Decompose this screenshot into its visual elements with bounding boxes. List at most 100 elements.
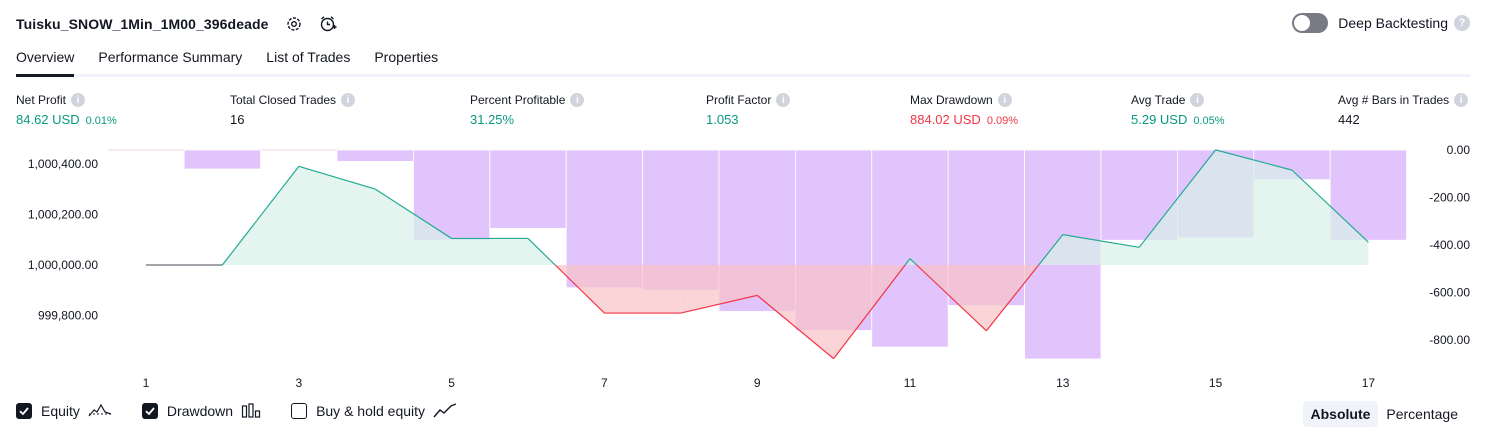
deep-backtesting: Deep Backtesting ?	[1292, 13, 1470, 33]
metric-label: Profit Factor i	[706, 93, 791, 107]
legend-buy-hold-label: Buy & hold equity	[316, 403, 426, 419]
right-axis-tick-label: -400.00	[1429, 238, 1470, 252]
legend-buy-hold[interactable]: Buy & hold equity	[291, 403, 457, 419]
info-icon[interactable]: i	[1454, 93, 1469, 107]
buy-hold-checkbox[interactable]	[291, 403, 308, 419]
metric-label: Total Closed Trades i	[230, 93, 356, 107]
tab-properties[interactable]: Properties	[374, 44, 438, 74]
metric-sub-value: 0.05%	[1193, 115, 1225, 127]
equity-checkbox[interactable]	[16, 403, 32, 419]
toggle-knob	[1294, 15, 1311, 31]
metric-label: Max Drawdown i	[910, 93, 1018, 107]
left-axis-tick-label: 999,800.00	[38, 309, 98, 323]
tab-performance-summary[interactable]: Performance Summary	[98, 44, 242, 74]
drawdown-bar	[871, 149, 949, 348]
x-axis-tick-label: 9	[754, 376, 761, 390]
report-tabs: Overview Performance Summary List of Tra…	[16, 44, 1470, 77]
equity-profit-area	[298, 166, 376, 265]
right-axis-tick-label: -200.00	[1429, 191, 1470, 205]
x-axis-tick-label: 11	[904, 376, 917, 390]
metric-value: 442	[1338, 112, 1468, 127]
right-axis-tick-label: -600.00	[1429, 286, 1470, 300]
metric-total-closed-trades: Total Closed Trades i 16	[230, 93, 356, 127]
mode-absolute-button[interactable]: Absolute	[1302, 401, 1379, 427]
info-icon[interactable]: i	[570, 93, 585, 107]
metric-label-text: Avg Trade	[1131, 93, 1186, 107]
metric-value: 5.29 USD 0.05%	[1131, 112, 1225, 127]
x-axis-tick-label: 3	[295, 376, 302, 390]
metric-value: 1.053	[706, 112, 790, 127]
metric-percent-profitable: Percent Profitable i 31.25%	[470, 93, 585, 127]
equity-drawdown-chart[interactable]: 1,000,400.00 1,000,200.00 1,000,000.00 999,…	[0, 140, 1486, 398]
right-axis-tick-label: 0.00	[1447, 143, 1471, 157]
metric-label-text: Avg # Bars in Trades	[1338, 93, 1450, 107]
metric-avg-bars-in-trades: Avg # Bars in Trades i 442	[1338, 93, 1469, 127]
drawdown-bar	[489, 149, 567, 229]
add-alert-clock-icon[interactable]	[319, 15, 337, 33]
metric-label-text: Net Profit	[16, 93, 67, 107]
display-mode-switch: Absolute Percentage	[1302, 401, 1467, 427]
metric-value-text: 16	[230, 112, 245, 127]
metric-label: Net Profit i	[16, 93, 117, 107]
metric-value-text: 31.25%	[470, 112, 515, 127]
equity-profit-area	[451, 238, 528, 265]
x-axis-tick-label: 17	[1362, 376, 1376, 390]
equity-line-icon	[88, 403, 112, 419]
report-header: Tuisku_SNOW_1Min_1M00_396deade	[16, 12, 337, 36]
tab-list-of-trades[interactable]: List of Trades	[266, 44, 350, 74]
metric-value: 31.25%	[470, 112, 584, 127]
legend-drawdown[interactable]: Drawdown	[141, 403, 261, 419]
info-icon[interactable]: i	[1190, 93, 1205, 107]
metric-max-drawdown: Max Drawdown i 884.02 USD 0.09%	[910, 93, 1018, 127]
legend-drawdown-label: Drawdown	[166, 403, 234, 419]
deep-backtesting-label: Deep Backtesting	[1338, 15, 1448, 31]
metric-value-text: 84.62 USD	[16, 112, 80, 127]
gear-icon[interactable]	[285, 15, 303, 33]
left-axis-tick-label: 1,000,200.00	[28, 207, 98, 221]
info-icon[interactable]: i	[341, 93, 356, 107]
info-icon[interactable]: i	[997, 93, 1012, 107]
x-axis-tick-label: 13	[1056, 376, 1070, 390]
x-axis-tick-label: 5	[448, 376, 455, 390]
metric-label-text: Profit Factor	[706, 93, 772, 107]
legend-equity[interactable]: Equity	[16, 403, 112, 419]
strategy-title: Tuisku_SNOW_1Min_1M00_396deade	[16, 16, 269, 32]
metric-value-text: 1.053	[706, 112, 739, 127]
deep-backtesting-toggle[interactable]	[1292, 13, 1329, 33]
metric-value: 884.02 USD 0.09%	[910, 112, 1018, 127]
metric-label: Percent Profitable i	[470, 93, 585, 107]
chart-legend: Equity Drawdown Buy & hold equity	[16, 403, 487, 419]
metric-label-text: Max Drawdown	[910, 93, 993, 107]
x-axis-tick-label: 7	[601, 376, 608, 390]
metric-net-profit: Net Profit i 84.62 USD 0.01%	[16, 93, 117, 127]
equity-loss-area	[604, 265, 681, 314]
x-axis-tick-label: 1	[143, 376, 150, 390]
mode-percentage-button[interactable]: Percentage	[1378, 401, 1466, 427]
metric-sub-value: 0.01%	[85, 115, 117, 127]
metric-value: 84.62 USD 0.01%	[16, 112, 117, 127]
metric-label: Avg # Bars in Trades i	[1338, 93, 1469, 107]
metric-value-text: 5.29 USD	[1131, 112, 1188, 127]
metric-label-text: Percent Profitable	[470, 93, 566, 107]
metric-profit-factor: Profit Factor i 1.053	[706, 93, 791, 127]
metric-value-text: 442	[1338, 112, 1360, 127]
left-axis-tick-label: 1,000,000.00	[28, 258, 98, 272]
drawdown-bar	[336, 149, 414, 162]
help-icon[interactable]: ?	[1454, 15, 1470, 31]
drawdown-bars-icon	[241, 403, 261, 419]
drawdown-bar	[183, 149, 261, 170]
metric-label-text: Total Closed Trades	[230, 93, 337, 107]
right-axis-tick-label: -800.00	[1429, 333, 1470, 347]
drawdown-checkbox[interactable]	[141, 403, 158, 419]
metric-value-text: 884.02 USD	[910, 112, 981, 127]
left-axis-tick-label: 1,000,400.00	[28, 157, 98, 171]
info-icon[interactable]: i	[71, 93, 86, 107]
metric-label: Avg Trade i	[1131, 93, 1225, 107]
buy-hold-line-icon	[433, 403, 457, 419]
info-icon[interactable]: i	[776, 93, 791, 107]
metric-sub-value: 0.09%	[986, 115, 1019, 127]
tab-overview[interactable]: Overview	[16, 44, 75, 77]
metric-avg-trade: Avg Trade i 5.29 USD 0.05%	[1131, 93, 1225, 127]
x-axis-tick-label: 15	[1209, 376, 1223, 390]
metrics-row: Net Profit i 84.62 USD 0.01% Total Closed …	[0, 93, 1486, 133]
